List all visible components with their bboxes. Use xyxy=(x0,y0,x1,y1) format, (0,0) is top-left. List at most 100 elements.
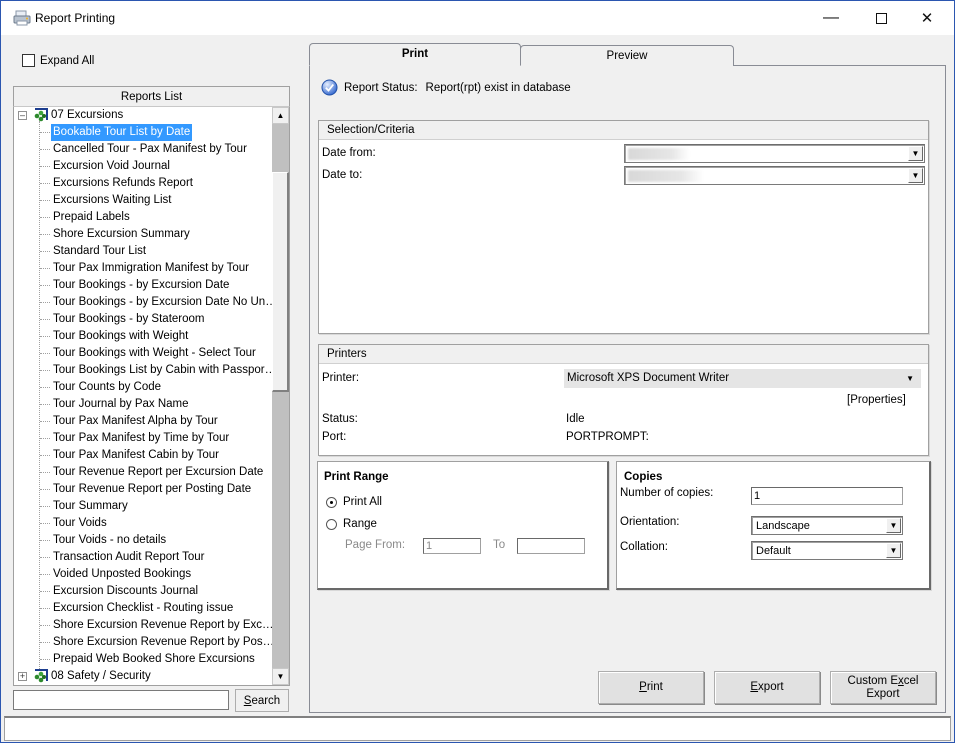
tree-item-report[interactable]: Tour Pax Manifest Alpha by Tour xyxy=(51,413,220,430)
tree-item-report[interactable]: Shore Excursion Revenue Report by Exc… xyxy=(51,617,276,634)
export-button[interactable]: Export xyxy=(714,671,820,704)
tree-guide-line xyxy=(40,404,50,405)
dropdown-arrow-icon[interactable]: ▼ xyxy=(886,518,901,533)
search-button[interactable]: Search xyxy=(235,689,289,712)
scrollbar-thumb[interactable] xyxy=(272,172,289,392)
check-circle-icon xyxy=(321,79,338,96)
tree-item-report[interactable]: Prepaid Labels xyxy=(51,209,132,226)
tree-item-report[interactable]: Excursion Void Journal xyxy=(51,158,172,175)
printer-status-label: Status: xyxy=(322,413,358,425)
tree-item-report[interactable]: Tour Pax Manifest by Time by Tour xyxy=(51,430,231,447)
tree-item-report[interactable]: Tour Pax Manifest Cabin by Tour xyxy=(51,447,221,464)
tab-print[interactable]: Print xyxy=(309,43,521,66)
scroll-down-arrow-icon[interactable]: ▼ xyxy=(272,668,289,685)
scroll-up-arrow-icon[interactable]: ▲ xyxy=(272,107,289,124)
export-label: xport xyxy=(758,681,784,693)
tree-item-report[interactable]: Tour Journal by Pax Name xyxy=(51,396,191,413)
printers-title: Printers xyxy=(319,345,928,364)
tree-item-report[interactable]: Prepaid Web Booked Shore Excursions xyxy=(51,651,257,668)
tree-guide-line xyxy=(40,540,50,541)
expand-toggle-icon[interactable]: + xyxy=(18,672,27,681)
tree-guide-line xyxy=(40,149,50,150)
number-of-copies-input[interactable]: 1 xyxy=(751,487,903,505)
tree-item-report[interactable]: Standard Tour List xyxy=(51,243,148,260)
tree-item-report[interactable]: Excursion Checklist - Routing issue xyxy=(51,600,235,617)
tree-item-report[interactable]: Shore Excursion Revenue Report by Pos… xyxy=(51,634,276,651)
page-to-input[interactable] xyxy=(517,538,585,554)
print-button[interactable]: Print xyxy=(598,671,704,704)
tree-guide-line xyxy=(40,574,50,575)
printer-select[interactable]: Microsoft XPS Document Writer ▼ xyxy=(564,369,921,388)
tree-guide-line xyxy=(40,591,50,592)
print-all-label[interactable]: Print All xyxy=(343,496,382,508)
tree-item-report[interactable]: Voided Unposted Bookings xyxy=(51,566,193,583)
tab-preview[interactable]: Preview xyxy=(520,45,734,66)
tree-guide-line xyxy=(40,285,50,286)
print-label: rint xyxy=(646,681,663,693)
print-range-title: Print Range xyxy=(324,471,389,483)
tree-item-report[interactable]: Excursion Discounts Journal xyxy=(51,583,200,600)
search-button-label: earch xyxy=(251,694,281,707)
tree-item-report[interactable]: Tour Bookings - by Excursion Date xyxy=(51,277,231,294)
tree-guide-line xyxy=(40,523,50,524)
tree-scrollbar[interactable]: ▲ ▼ xyxy=(272,107,289,685)
tree-item-report[interactable]: Tour Pax Immigration Manifest by Tour xyxy=(51,260,251,277)
tree-item-report[interactable]: Excursions Refunds Report xyxy=(51,175,195,192)
reports-tree[interactable]: – 07 Excursions Bookable Tour List by Da… xyxy=(13,106,290,686)
range-label[interactable]: Range xyxy=(343,518,377,530)
tree-item-report[interactable]: Tour Revenue Report per Excursion Date xyxy=(51,464,265,481)
maximize-icon xyxy=(875,12,887,24)
tree-item-report[interactable]: Tour Counts by Code xyxy=(51,379,163,396)
tree-item-report[interactable]: Shore Excursion Summary xyxy=(51,226,192,243)
minimize-button[interactable]: — xyxy=(808,1,854,35)
tree-item-report[interactable]: Tour Bookings List by Cabin with Passpor… xyxy=(51,362,278,379)
dropdown-arrow-icon[interactable]: ▼ xyxy=(908,168,923,183)
date-to-combo[interactable]: ▼ xyxy=(624,166,925,185)
tree-item-report[interactable]: Transaction Audit Report Tour xyxy=(51,549,207,566)
tree-item-report[interactable]: Tour Bookings with Weight - Select Tour xyxy=(51,345,258,362)
custom-excel-export-button[interactable]: Custom Excel Export xyxy=(830,671,936,704)
search-input[interactable] xyxy=(13,690,229,710)
range-radio[interactable] xyxy=(326,519,337,530)
print-all-radio[interactable] xyxy=(326,497,337,508)
tree-guide-line xyxy=(40,438,50,439)
tree-guide-line xyxy=(40,302,50,303)
tree-item-report[interactable]: Tour Revenue Report per Posting Date xyxy=(51,481,253,498)
tree-item-report[interactable]: Tour Bookings with Weight xyxy=(51,328,190,345)
date-from-combo[interactable]: ▼ xyxy=(624,144,925,163)
dropdown-arrow-icon[interactable]: ▼ xyxy=(886,543,901,558)
report-status: Report Status: Report(rpt) exist in data… xyxy=(321,79,571,96)
minimize-icon: — xyxy=(823,9,839,26)
tree-guide-line xyxy=(40,455,50,456)
orientation-select[interactable]: Landscape ▼ xyxy=(751,516,903,535)
dropdown-arrow-icon[interactable]: ▼ xyxy=(908,146,923,161)
page-from-label: Page From: xyxy=(345,539,406,551)
tree-group-08-safety-security[interactable]: 08 Safety / Security xyxy=(51,668,151,685)
printer-select-value: Microsoft XPS Document Writer xyxy=(567,372,730,384)
tree-item-report[interactable]: Bookable Tour List by Date xyxy=(51,124,193,141)
export-mnemonic: E xyxy=(750,681,759,693)
close-button[interactable]: ✕ xyxy=(904,1,950,35)
maximize-button[interactable] xyxy=(858,1,904,35)
tree-guide-line xyxy=(40,489,50,490)
properties-link[interactable]: [Properties] xyxy=(847,394,906,406)
collapse-toggle-icon[interactable]: – xyxy=(18,111,27,120)
tree-guide-line xyxy=(40,217,50,218)
tree-item-report[interactable]: Tour Bookings - by Stateroom xyxy=(51,311,207,328)
tree-group-07-excursions[interactable]: 07 Excursions xyxy=(51,107,123,124)
tree-guide-line xyxy=(40,319,50,320)
expand-all-checkbox[interactable]: Expand All xyxy=(22,54,94,67)
tree-item-report[interactable]: Tour Bookings - by Excursion Date No Un… xyxy=(51,294,279,311)
tree-content: – 07 Excursions Bookable Tour List by Da… xyxy=(14,107,277,685)
tree-item-report[interactable]: Tour Voids - no details xyxy=(51,532,168,549)
tree-item-report[interactable]: Cancelled Tour - Pax Manifest by Tour xyxy=(51,141,249,158)
tree-item-report[interactable]: Tour Voids xyxy=(51,515,109,532)
tree-guide-line xyxy=(40,642,50,643)
collation-select[interactable]: Default ▼ xyxy=(751,541,903,560)
checkbox-box[interactable] xyxy=(22,54,35,67)
tree-item-report[interactable]: Excursions Waiting List xyxy=(51,192,173,209)
collation-label: Collation: xyxy=(620,541,668,553)
page-from-input[interactable]: 1 xyxy=(423,538,481,554)
tree-item-report[interactable]: Tour Summary xyxy=(51,498,130,515)
copies-title: Copies xyxy=(624,471,663,483)
